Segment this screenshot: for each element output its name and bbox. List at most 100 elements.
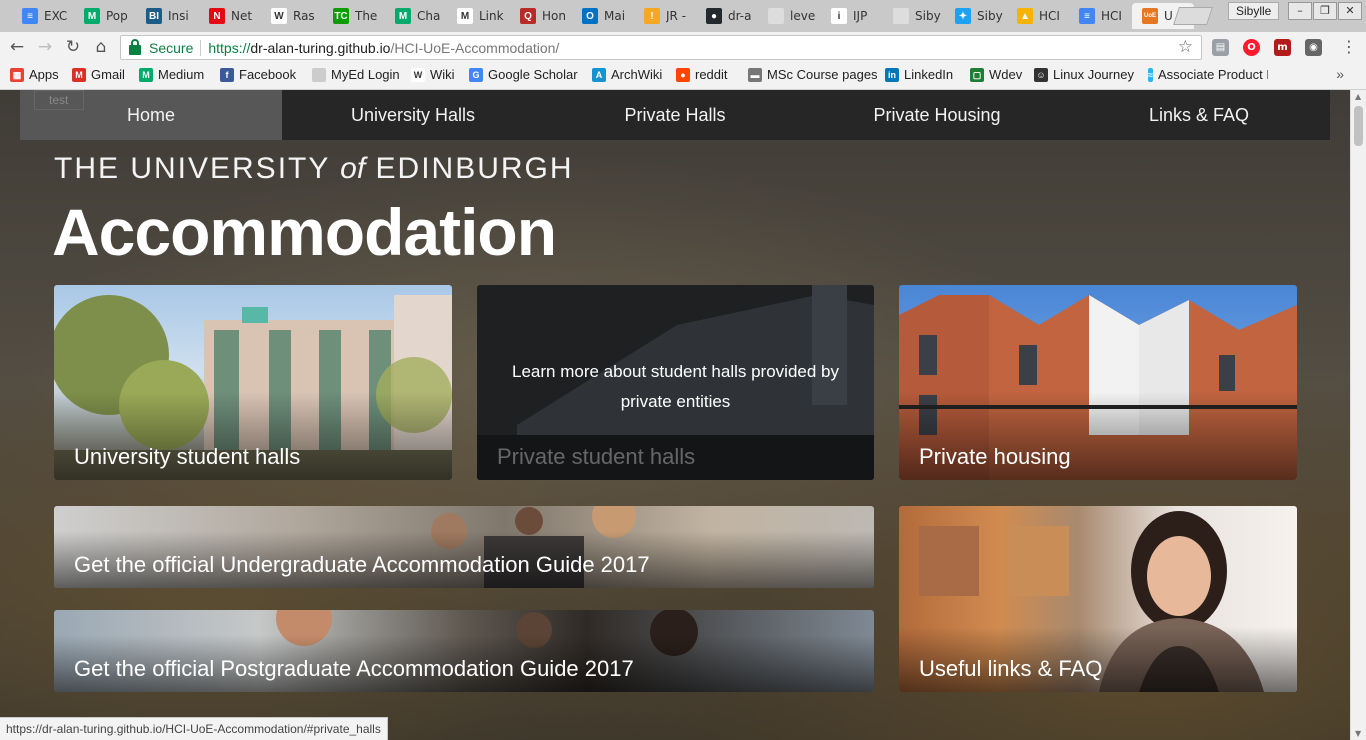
tab-title: Siby xyxy=(915,9,941,23)
browser-tab[interactable]: leve xyxy=(758,3,820,29)
bookmark-label: Wdev xyxy=(989,67,1023,82)
browser-tab[interactable]: ▲ HCI xyxy=(1007,3,1069,29)
document-icon xyxy=(893,8,909,24)
card-links-faq[interactable]: Useful links & FAQ xyxy=(899,506,1297,692)
bookmark-item[interactable]: W Wiki xyxy=(411,67,455,82)
url-protocol: https:// xyxy=(208,39,251,56)
browser-tab[interactable]: ≡ EXC xyxy=(12,3,74,29)
minimize-icon[interactable]: – xyxy=(1288,2,1312,20)
nav-private-housing[interactable]: Private Housing xyxy=(806,90,1068,140)
browser-tab[interactable]: O Mai xyxy=(572,3,634,29)
address-bar[interactable]: Secure https:// dr-alan-turing.github.io… xyxy=(120,35,1202,60)
gmail-icon: M xyxy=(457,8,473,24)
bookmark-item[interactable]: ▬ MSc Course pages xyxy=(748,67,878,82)
card-university-halls[interactable]: University student halls xyxy=(54,285,452,480)
browser-tab[interactable]: ≡ HCI xyxy=(1069,3,1131,29)
card-private-housing[interactable]: Private housing xyxy=(899,285,1297,480)
bookmark-item[interactable]: ☺ Linux Journey xyxy=(1034,67,1134,82)
card-private-halls[interactable]: Learn more about student halls provided … xyxy=(477,285,874,480)
card-description: Learn more about student halls provided … xyxy=(512,362,839,411)
browser-tab[interactable]: TC The xyxy=(323,3,385,29)
product-icon: ≈ xyxy=(1148,67,1153,82)
docs-icon: ≡ xyxy=(22,8,38,24)
window-close-icon[interactable]: ✕ xyxy=(1338,2,1362,20)
bookmark-item[interactable]: M Medium xyxy=(139,67,204,82)
browser-tab[interactable]: N Net xyxy=(199,3,261,29)
forward-icon[interactable]: → xyxy=(34,36,56,58)
browser-tab[interactable]: Q Hon xyxy=(510,3,572,29)
card-label: University student halls xyxy=(74,444,301,469)
card-ug-guide[interactable]: Get the official Undergraduate Accommoda… xyxy=(54,506,874,588)
bookmark-label: Linux Journey xyxy=(1053,67,1134,82)
page-title: Accommodation xyxy=(52,195,557,269)
docs-icon: ≡ xyxy=(1079,8,1095,24)
browser-tab[interactable]: M Cha xyxy=(385,3,447,29)
more-bookmarks-icon[interactable]: » xyxy=(1336,66,1344,82)
lock-icon xyxy=(129,38,141,55)
back-icon[interactable]: ← xyxy=(6,36,28,58)
nav-university-halls[interactable]: University Halls xyxy=(282,90,544,140)
extension-icon[interactable]: ◉ xyxy=(1305,39,1322,56)
browser-tab[interactable]: W Ras xyxy=(261,3,323,29)
bookmark-item[interactable]: f Facebook xyxy=(220,67,296,82)
tab-title: dr-a xyxy=(728,9,752,23)
new-tab-button[interactable] xyxy=(1173,7,1213,25)
tab-title: Mai xyxy=(604,9,626,23)
techcrunch-icon: TC xyxy=(333,8,349,24)
bookmark-star-icon[interactable]: ☆ xyxy=(1178,37,1193,57)
bookmark-item[interactable]: MyEd Login xyxy=(312,67,400,82)
opera-icon[interactable]: O xyxy=(1243,39,1260,56)
bookmark-item[interactable]: ▦ Apps xyxy=(10,67,59,82)
netflix-icon: N xyxy=(209,8,225,24)
profile-button[interactable]: Sibylle xyxy=(1228,2,1280,20)
bookmark-label: ArchWiki xyxy=(611,67,663,82)
page-scrollbar[interactable]: ▲ ▼ xyxy=(1350,90,1366,740)
tab-title: Insi xyxy=(168,9,189,23)
bookmark-item[interactable]: ● reddit xyxy=(676,67,728,82)
bookmark-label: Facebook xyxy=(239,67,297,82)
bookmark-item[interactable]: M Gmail xyxy=(72,67,125,82)
scroll-up-icon[interactable]: ▲ xyxy=(1355,92,1361,101)
card-label: Get the official Postgraduate Accommodat… xyxy=(74,656,634,681)
card-label: Private housing xyxy=(919,444,1071,469)
tab-title: Pop xyxy=(106,9,128,23)
browser-tab[interactable]: ● dr-a xyxy=(696,3,758,29)
restore-icon[interactable]: ❐ xyxy=(1313,2,1337,20)
bookmark-item[interactable]: ≈ Associate Product M xyxy=(1148,67,1268,82)
bookmark-item[interactable]: ▢ Wdev xyxy=(970,67,1022,82)
facebook-icon: f xyxy=(220,67,234,82)
apps-grid-icon: ▦ xyxy=(10,67,24,82)
folder-icon: ▬ xyxy=(748,67,762,82)
extension-icon[interactable]: ▤ xyxy=(1212,39,1229,56)
bookmark-label: MyEd Login xyxy=(331,67,400,82)
browser-tab[interactable]: i IJP xyxy=(821,3,883,29)
bookmark-label: Medium xyxy=(158,67,205,82)
wdev-icon: ▢ xyxy=(970,67,984,82)
divider xyxy=(200,39,202,56)
reddit-icon: ● xyxy=(676,67,690,82)
bookmark-item[interactable]: in LinkedIn xyxy=(885,67,953,82)
browser-tab[interactable]: M Link xyxy=(447,3,509,29)
reload-icon[interactable]: ↻ xyxy=(62,36,84,58)
quora-icon: Q xyxy=(520,8,536,24)
card-pg-guide[interactable]: Get the official Postgraduate Accommodat… xyxy=(54,610,874,692)
nav-links-faq[interactable]: Links & FAQ xyxy=(1068,90,1330,140)
scrollbar-thumb[interactable] xyxy=(1354,106,1363,146)
url-path: /HCI-UoE-Accommodation/ xyxy=(390,39,560,56)
browser-tab[interactable]: Siby xyxy=(883,3,945,29)
nav-private-halls[interactable]: Private Halls xyxy=(544,90,806,140)
bookmark-item[interactable]: A ArchWiki xyxy=(592,67,662,82)
github-icon: ● xyxy=(706,8,722,24)
bookmarks-bar: ▦ Apps M Gmail M Medium f Facebook MyEd Login W Wi… xyxy=(0,62,1366,90)
bookmark-item[interactable]: G Google Scholar xyxy=(469,67,578,82)
menu-icon[interactable]: ⋮ xyxy=(1338,36,1360,58)
home-icon[interactable]: ⌂ xyxy=(90,36,112,58)
browser-tab[interactable]: M Pop xyxy=(74,3,136,29)
ijp-icon: i xyxy=(831,8,847,24)
browser-tab[interactable]: ✦ Siby xyxy=(945,3,1007,29)
extension-icon[interactable]: m xyxy=(1274,39,1291,56)
browser-tab[interactable]: BI Insi xyxy=(136,3,198,29)
bookmark-label: Wiki xyxy=(430,67,455,82)
browser-tab[interactable]: ! JR - xyxy=(634,3,696,29)
scroll-down-icon[interactable]: ▼ xyxy=(1355,729,1361,738)
